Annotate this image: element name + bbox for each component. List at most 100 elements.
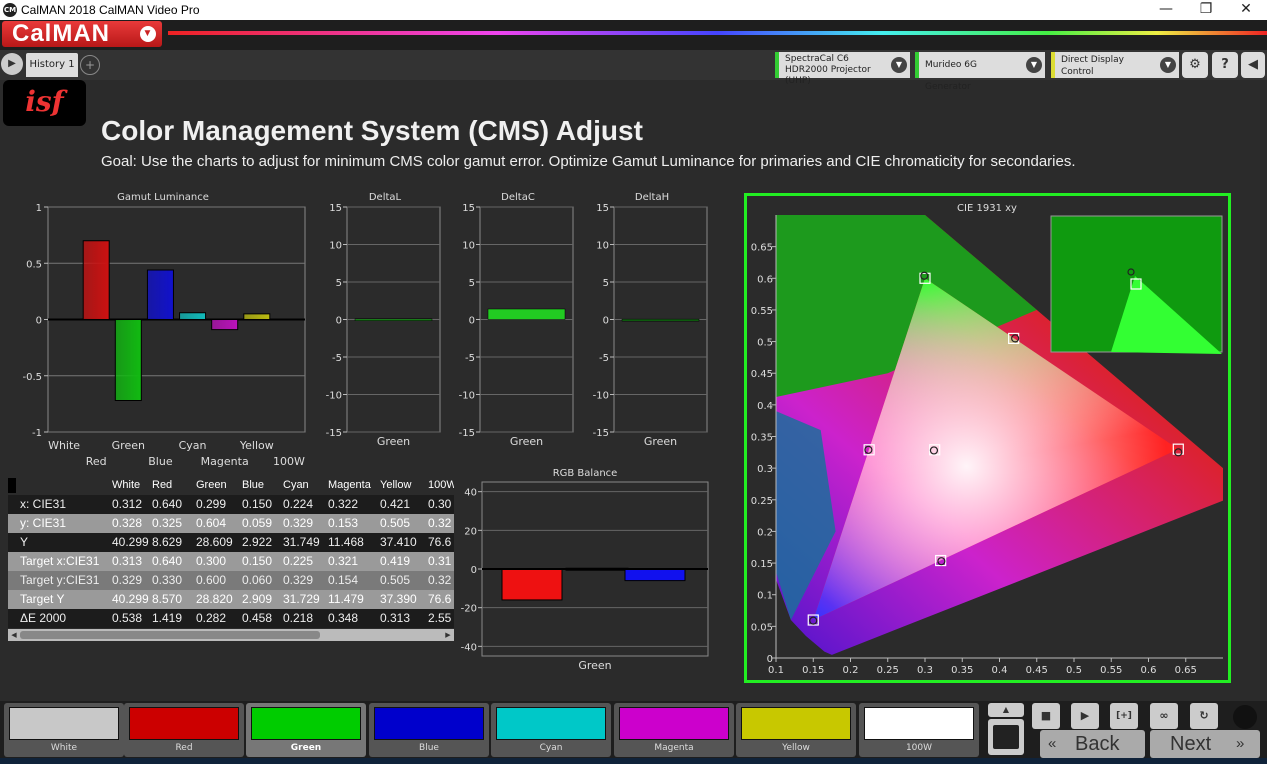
calman-logo-menu[interactable]: CalMAN ▼: [2, 21, 162, 47]
table-cell: 0.218: [283, 611, 314, 625]
rgb-bar-0: [501, 568, 563, 601]
scrollbar-thumb[interactable]: [20, 631, 320, 639]
y-tick-label: 0.5: [26, 259, 42, 270]
bar-green: [621, 318, 700, 322]
refresh-button[interactable]: ↻: [1190, 703, 1218, 729]
swatch-magenta[interactable]: Magenta: [614, 703, 734, 757]
column-header: Magenta: [328, 479, 371, 491]
swatch-label: White: [50, 743, 78, 753]
swatch-color: [741, 707, 851, 740]
table-cell: 0.640: [152, 554, 183, 568]
meter-device-label: SpectraCal C6 HDR2000 Projector (UHP): [785, 54, 871, 86]
y-tick-label: 0: [469, 316, 475, 327]
bar-green: [114, 319, 142, 401]
swatch-label: Green: [290, 743, 322, 753]
x-tick-label: 0.65: [1175, 665, 1197, 676]
table-cell: 0.312: [112, 497, 143, 511]
cie-chart-title: CIE 1931 xy: [957, 203, 1017, 214]
patch-preview-toggle[interactable]: [988, 719, 1024, 755]
next-label: Next: [1170, 733, 1212, 755]
table-cell: 0.600: [196, 573, 227, 587]
swatch-white[interactable]: White: [4, 703, 124, 757]
table-cell: 0.154: [328, 573, 359, 587]
maximize-button[interactable]: ❐: [1186, 0, 1226, 20]
workflow-play-button[interactable]: ▶: [1, 53, 23, 75]
swatch-cyan[interactable]: Cyan: [491, 703, 611, 757]
table-row: Target x:CIE31 0.313 0.640 0.300 0.150 0.225 0…: [8, 552, 454, 571]
x-tick-label: 0.25: [877, 665, 899, 676]
x-tick-label: White: [48, 439, 80, 452]
table-cell: 37.390: [380, 592, 417, 606]
table-horizontal-scrollbar[interactable]: ◀ ▶: [8, 629, 454, 641]
y-tick-label: 0.55: [751, 306, 773, 317]
next-button[interactable]: Next »: [1150, 730, 1260, 758]
play-button[interactable]: ▶: [1071, 703, 1099, 729]
table-cell: 0.538: [112, 611, 143, 625]
x-tick-label: Green: [112, 439, 145, 452]
tab-history-1[interactable]: History 1: [26, 53, 78, 77]
table-row: y: CIE31 0.328 0.325 0.604 0.059 0.329 0.153 0.…: [8, 514, 454, 533]
swatch-yellow[interactable]: Yellow: [736, 703, 856, 757]
window-titlebar: CM CalMAN 2018 CalMAN Video Pro — ❐ ✕: [0, 0, 1267, 20]
table-cell: 28.609: [196, 535, 233, 549]
swatch-color: [129, 707, 239, 740]
bracket-button[interactable]: [+]: [1110, 703, 1138, 729]
add-tab-button[interactable]: +: [80, 55, 100, 75]
generator-device-label: Murideo 6G Generator: [925, 60, 977, 92]
y-tick-label: -40: [461, 642, 477, 653]
display-device-select[interactable]: Direct Display Control ▼: [1051, 52, 1179, 78]
table-cell: 11.468: [328, 535, 364, 549]
scroll-left-icon[interactable]: ◀: [8, 629, 20, 641]
gamut-luminance-chart: 1 0.5 0 -0.5 -1 White Red GreenBlue Cyan Magenta Y…: [22, 203, 306, 468]
gear-icon[interactable]: ⚙: [1182, 52, 1208, 78]
table-cell: 2.909: [242, 592, 273, 606]
y-tick-label: -20: [461, 604, 477, 615]
table-cell: 0.330: [152, 573, 183, 587]
x-tick-label: 0.1: [768, 665, 784, 676]
y-tick-label: 10: [596, 241, 609, 252]
x-tick-label: Cyan: [179, 439, 207, 452]
display-device-label: Direct Display Control: [1061, 55, 1124, 77]
x-tick-label: Magenta: [201, 455, 249, 468]
meter-device-select[interactable]: SpectraCal C6 HDR2000 Projector (UHP) ▼: [775, 52, 910, 86]
y-tick-label: 0.6: [757, 274, 773, 285]
swatch-100w[interactable]: 100W: [859, 703, 979, 757]
rgb-bar-2: [624, 568, 686, 582]
swatch-blue[interactable]: Blue: [369, 703, 489, 757]
y-tick-label: 5: [336, 278, 342, 289]
app-icon: CM: [3, 3, 17, 17]
table-cell: 0.329: [112, 573, 143, 587]
y-tick-label: 0: [471, 565, 477, 576]
table-cell: 0.348: [328, 611, 359, 625]
x-tick-label: Red: [86, 455, 107, 468]
x-tick-label: 0.55: [1100, 665, 1122, 676]
x-tick-label: 0.4: [992, 665, 1008, 676]
swatch-green[interactable]: Green: [246, 703, 366, 757]
back-button[interactable]: « Back: [1040, 730, 1145, 758]
help-icon[interactable]: ?: [1212, 52, 1238, 78]
table-cell: 0.421: [380, 497, 411, 511]
y-tick-label: -1: [32, 428, 42, 439]
generator-device-select[interactable]: Murideo 6G Generator ▼: [915, 52, 1045, 92]
close-button[interactable]: ✕: [1226, 0, 1266, 20]
minimize-button[interactable]: —: [1146, 0, 1186, 20]
swatch-label: Cyan: [539, 743, 563, 753]
chevron-down-icon: ▼: [891, 57, 907, 73]
y-tick-label: 0.2: [757, 527, 773, 538]
loop-button[interactable]: ∞: [1150, 703, 1178, 729]
stop-button[interactable]: ■: [1032, 703, 1060, 729]
table-row: Y 40.299 8.629 28.609 2.922 31.749 11.468 37.41…: [8, 533, 454, 552]
y-tick-label: 0.5: [757, 338, 773, 349]
table-cell: 0.150: [242, 497, 273, 511]
row-label: Target Y: [20, 592, 65, 606]
collapse-arrow-icon[interactable]: ◀: [1241, 52, 1265, 78]
bar-magenta: [211, 319, 239, 331]
y-tick-label: -5: [332, 353, 342, 364]
y-tick-label: 0.35: [751, 433, 773, 444]
table-cell: 0.299: [196, 497, 227, 511]
table-cell: 0.059: [242, 516, 273, 530]
swatch-red[interactable]: Red: [124, 703, 244, 757]
table-cell: 0.313: [112, 554, 143, 568]
x-tick-label: Green: [578, 659, 611, 672]
scroll-up-icon[interactable]: ▲: [988, 703, 1024, 717]
